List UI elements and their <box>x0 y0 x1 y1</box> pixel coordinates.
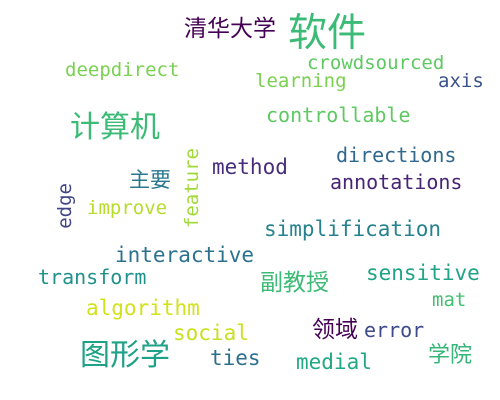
word-ties: ties <box>210 346 261 370</box>
word-cloud: 清华大学 软件 deepdirect crowdsourced learning… <box>0 0 500 400</box>
word-axis: axis <box>438 70 484 92</box>
word-edge: edge <box>54 183 76 229</box>
word-lingyu: 领域 <box>312 317 358 343</box>
word-directions: directions <box>336 143 457 167</box>
word-sensitive: sensitive <box>366 261 480 285</box>
word-jisuanji: 计算机 <box>70 110 160 145</box>
word-mat: mat <box>432 289 467 311</box>
word-learning: learning <box>255 70 347 92</box>
word-qinghua-daxue: 清华大学 <box>184 16 276 42</box>
word-ruanjian: 软件 <box>288 11 367 56</box>
word-interactive: interactive <box>115 243 255 267</box>
word-fujiaoshou: 副教授 <box>260 270 329 296</box>
word-algorithm: algorithm <box>86 296 200 320</box>
word-error: error <box>364 318 425 342</box>
word-simplification: simplification <box>264 217 442 241</box>
word-medial: medial <box>296 350 372 374</box>
word-xueyuan: 学院 <box>428 343 473 368</box>
word-feature: feature <box>181 148 203 229</box>
word-transform: transform <box>38 265 147 289</box>
word-method: method <box>212 155 288 179</box>
word-deepdirect: deepdirect <box>65 59 180 81</box>
word-zhuyao: 主要 <box>129 168 171 192</box>
word-controllable: controllable <box>266 103 411 127</box>
word-annotations: annotations <box>330 170 463 194</box>
word-improve: improve <box>87 197 168 219</box>
word-social: social <box>173 321 249 345</box>
word-tuxingxue: 图形学 <box>80 338 170 373</box>
